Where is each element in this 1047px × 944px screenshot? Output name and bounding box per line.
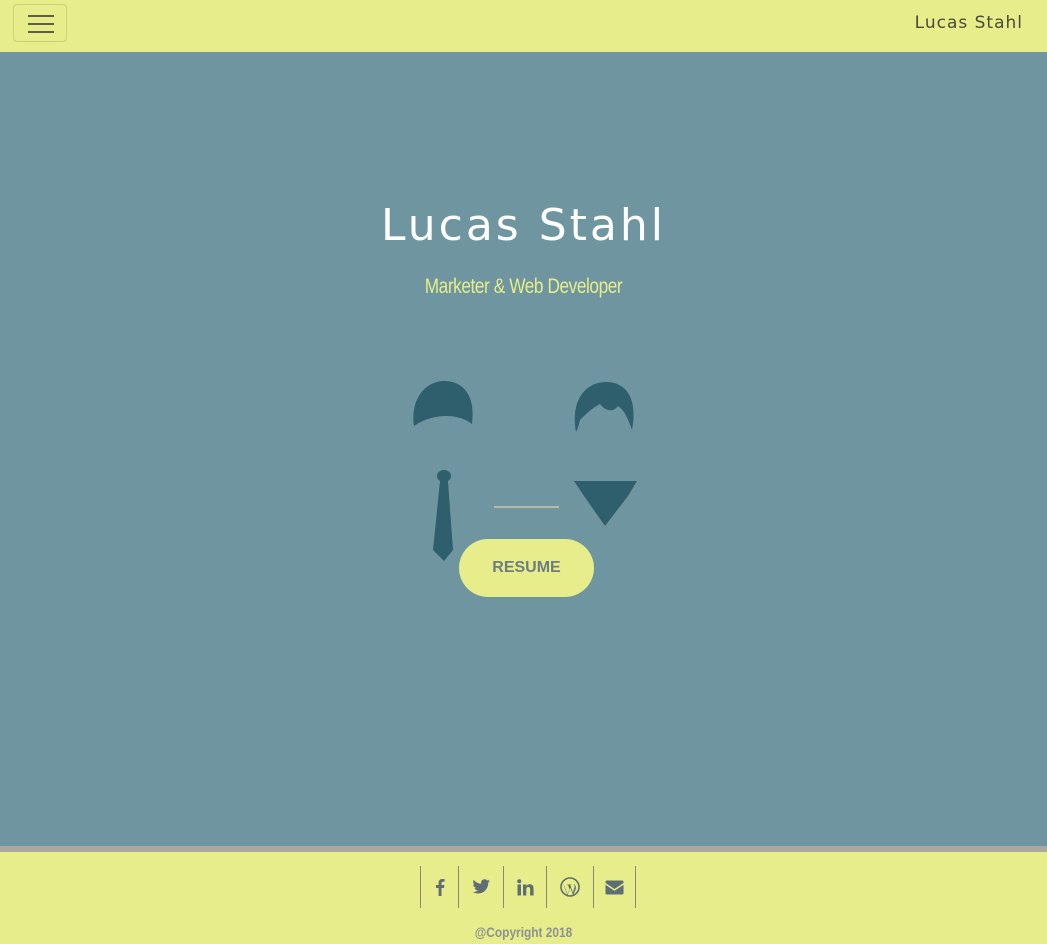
twitter-link[interactable]: [458, 866, 503, 908]
hamburger-bar: [28, 23, 54, 25]
linkedin-icon: [516, 878, 534, 895]
resume-button[interactable]: RESUME: [459, 539, 594, 597]
menu-toggle-button[interactable]: [13, 4, 67, 42]
top-navbar: Lucas Stahl: [0, 0, 1047, 52]
hamburger-menu-icon: [28, 15, 54, 17]
pendant-icon: [574, 481, 637, 526]
right-hair-icon: [574, 382, 634, 432]
social-links: [420, 866, 636, 908]
navbar-brand-link[interactable]: Lucas Stahl: [915, 13, 1023, 33]
wordpress-icon: [560, 877, 580, 897]
footer: @Copyright 2018: [0, 852, 1047, 944]
tie-icon: [433, 481, 453, 561]
tie-knot: [437, 470, 451, 482]
hero-subtitle: Marketer & Web Developer: [424, 275, 623, 298]
left-hair-icon: [413, 381, 473, 426]
hamburger-bar: [28, 31, 54, 33]
twitter-icon: [472, 879, 490, 894]
copyright-text: @Copyright 2018: [474, 924, 573, 940]
linkedin-link[interactable]: [503, 866, 546, 908]
facebook-link[interactable]: [420, 866, 458, 908]
envelope-icon: [605, 880, 624, 894]
email-link[interactable]: [593, 866, 636, 908]
hero-title: Lucas Stahl: [381, 200, 666, 251]
wordpress-link[interactable]: [546, 866, 593, 908]
facebook-icon: [435, 879, 444, 896]
